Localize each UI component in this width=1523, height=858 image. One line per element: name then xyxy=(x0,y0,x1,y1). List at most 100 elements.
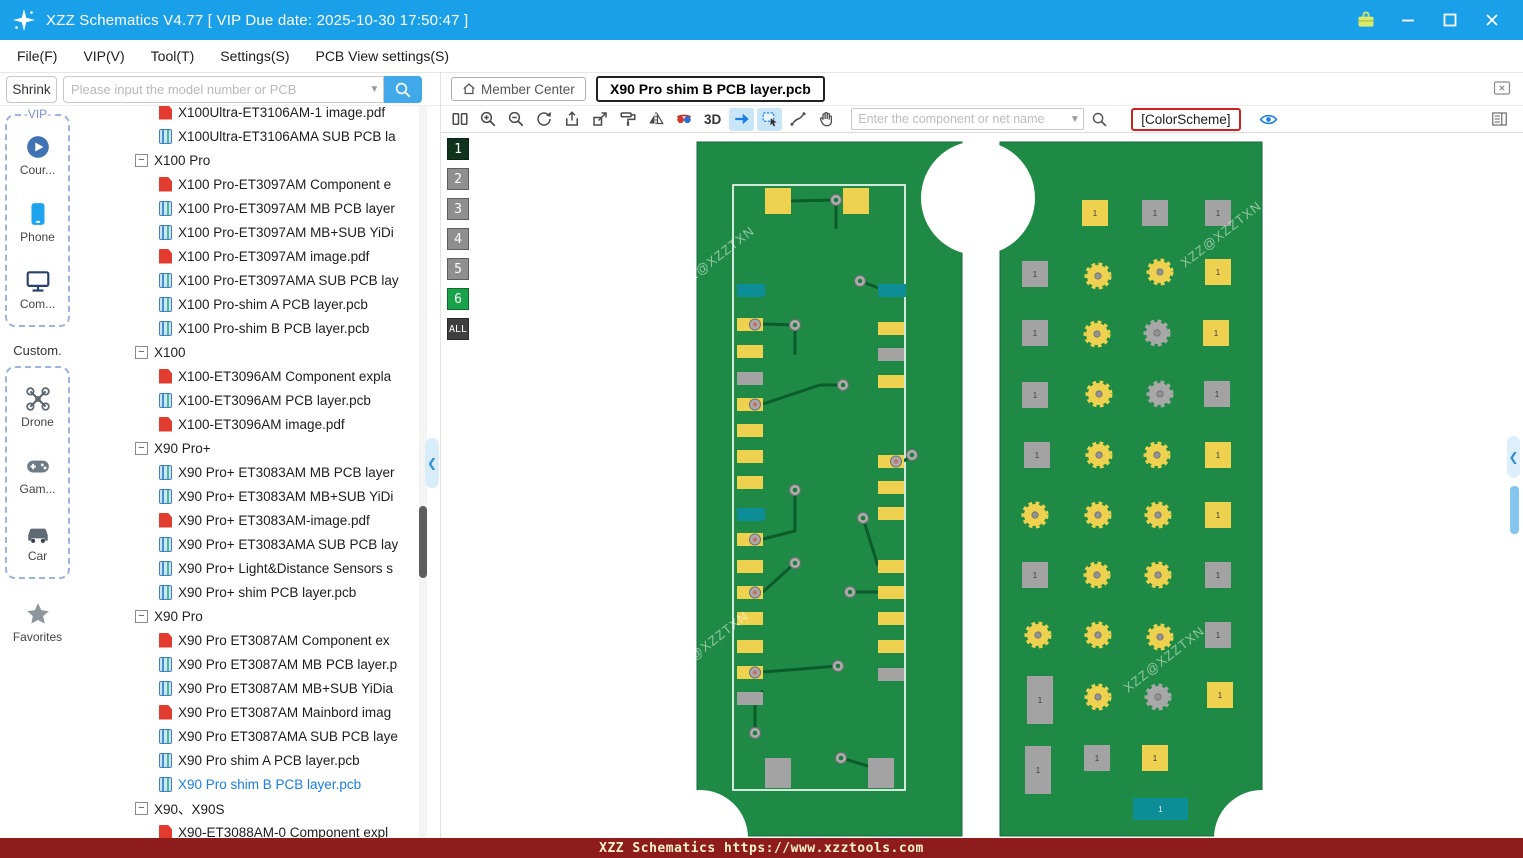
tree-item[interactable]: X100 Pro-ET3097AMA SUB PCB lay xyxy=(75,268,419,292)
sidebar-item-cour[interactable]: Cour... xyxy=(7,134,68,177)
pcb-pad[interactable] xyxy=(765,188,791,214)
tree-item[interactable]: X90 Pro+ ET3083AM MB+SUB YiDi xyxy=(75,484,419,508)
tree-item[interactable]: X90 Pro+ Light&Distance Sensors s xyxy=(75,556,419,580)
layer-button-4[interactable]: 4 xyxy=(447,228,469,250)
tree-group[interactable]: − X100 Pro xyxy=(75,148,419,172)
tree-item[interactable]: X90 Pro+ shim PCB layer.pcb xyxy=(75,580,419,604)
rotate-icon[interactable] xyxy=(531,108,556,131)
pcb-pad[interactable] xyxy=(737,424,763,437)
zoom-out-icon[interactable] xyxy=(503,108,528,131)
pcb-pad[interactable] xyxy=(843,188,869,214)
pcb-canvas[interactable]: 1 1 1 1 1 1 1 1 1 1 1 1 1 1 1 1 1 1 1 1 1 XZZ@XZZTXN XZZ@XZZTX… xyxy=(441,133,1523,838)
area-select-icon[interactable] xyxy=(757,107,783,131)
search-button[interactable] xyxy=(384,76,422,103)
pcb-pad[interactable] xyxy=(878,322,904,335)
pcb-pad[interactable] xyxy=(878,668,904,681)
pcb-pad[interactable] xyxy=(737,284,765,297)
flip-horizontal-icon[interactable] xyxy=(643,108,668,131)
pcb-pad[interactable] xyxy=(737,692,763,705)
menu-vip[interactable]: VIP(V) xyxy=(70,48,137,64)
tree-group[interactable]: − X90 Pro xyxy=(75,604,419,628)
tree-item[interactable]: X100 Pro-shim A PCB layer.pcb xyxy=(75,292,419,316)
tree-item[interactable]: X100-ET3096AM image.pdf xyxy=(75,412,419,436)
sidebar-item-drone[interactable]: Drone xyxy=(7,386,68,429)
sidebar-item-com[interactable]: Com... xyxy=(7,268,68,311)
pcb-pad[interactable] xyxy=(737,345,763,358)
pcb-pad[interactable] xyxy=(878,481,904,494)
right-scrollbar[interactable] xyxy=(1510,486,1519,534)
pcb-pad[interactable] xyxy=(878,586,904,599)
pcb-pad[interactable] xyxy=(737,450,763,463)
zoom-in-icon[interactable] xyxy=(475,108,500,131)
tree-item[interactable]: X90 Pro ET3087AM MB PCB layer.p xyxy=(75,652,419,676)
sidebar-item-car[interactable]: Car xyxy=(7,520,68,563)
pcb-drawing[interactable]: 1 1 11 11 11 11 111 111111 11XZZ@XZZTXNXZZ@XZZTX… xyxy=(441,133,1523,838)
tree-item[interactable]: X90 Pro shim A PCB layer.pcb xyxy=(75,748,419,772)
menu-file[interactable]: File(F) xyxy=(4,48,70,64)
colorscheme-button[interactable]: [ColorScheme] xyxy=(1131,107,1241,131)
collapse-tree-handle[interactable]: ❮ xyxy=(425,438,439,488)
3d-view-button[interactable]: 3D xyxy=(699,112,726,127)
close-button[interactable] xyxy=(1479,7,1505,33)
layer-button-6[interactable]: 6 xyxy=(447,288,469,310)
sidebar-item-gam[interactable]: Gam... xyxy=(7,453,68,496)
tree-item[interactable]: X100 Pro-ET3097AM MB+SUB YiDi xyxy=(75,220,419,244)
jump-arrow-icon[interactable] xyxy=(729,107,755,131)
chevron-down-icon[interactable]: ▼ xyxy=(366,84,383,95)
pcb-pad[interactable] xyxy=(878,284,906,297)
pcb-pad[interactable] xyxy=(737,640,763,653)
chevron-down-icon[interactable]: ▼ xyxy=(1066,114,1083,125)
layer-button-3[interactable]: 3 xyxy=(447,198,469,220)
model-search-input[interactable] xyxy=(64,82,366,97)
collapse-minus-icon[interactable]: − xyxy=(135,153,148,167)
tree-scrollbar-thumb[interactable] xyxy=(419,506,427,578)
menu-pcb-view-settings[interactable]: PCB View settings(S) xyxy=(302,48,462,64)
visibility-eye-icon[interactable] xyxy=(1256,108,1281,131)
measure-curve-icon[interactable] xyxy=(785,108,810,131)
tree-item[interactable]: X100-ET3096AM Component expla xyxy=(75,364,419,388)
tree-item[interactable]: X90 Pro ET3087AM MB+SUB YiDia xyxy=(75,676,419,700)
collapse-minus-icon[interactable]: − xyxy=(135,345,148,359)
tree-item[interactable]: X100 Pro-ET3097AM image.pdf xyxy=(75,244,419,268)
pan-hand-icon[interactable] xyxy=(813,108,838,131)
tree-item[interactable]: X100Ultra-ET3106AM-1 image.pdf xyxy=(75,106,419,124)
tree-group[interactable]: − X90、X90S xyxy=(75,796,419,820)
pcb-pad[interactable] xyxy=(737,372,763,385)
pcb-pad[interactable] xyxy=(765,758,791,788)
tree-item[interactable]: X90 Pro+ ET3083AM-image.pdf xyxy=(75,508,419,532)
tree-item[interactable]: X90 Pro ET3087AMA SUB PCB laye xyxy=(75,724,419,748)
component-search-input[interactable] xyxy=(852,112,1067,126)
pcb-board-right[interactable] xyxy=(999,141,1263,837)
tree-item[interactable]: X90 Pro ET3087AM Component ex xyxy=(75,628,419,652)
collapse-right-handle[interactable]: ❮ xyxy=(1507,436,1520,478)
pcb-pad[interactable] xyxy=(878,640,904,653)
component-search-icon[interactable] xyxy=(1087,108,1112,131)
tree-item[interactable]: X90 Pro ET3087AM Mainbord imag xyxy=(75,700,419,724)
layer-button-2[interactable]: 2 xyxy=(447,168,469,190)
pcb-pad[interactable] xyxy=(878,560,904,573)
menu-tool[interactable]: Tool(T) xyxy=(138,48,208,64)
member-center-button[interactable]: Member Center xyxy=(451,77,586,101)
tree-group[interactable]: − X90 Pro+ xyxy=(75,436,419,460)
tree-item[interactable]: X90 Pro+ ET3083AM MB PCB layer xyxy=(75,460,419,484)
layer-button-5[interactable]: 5 xyxy=(447,258,469,280)
tree-item[interactable]: X90-ET3088AM-0 Component expl xyxy=(75,820,419,838)
minimize-button[interactable] xyxy=(1395,7,1421,33)
tree-item[interactable]: X100Ultra-ET3106AMA SUB PCB la xyxy=(75,124,419,148)
layer-button-all[interactable]: ALL xyxy=(447,318,469,340)
export-diagonal-icon[interactable] xyxy=(587,108,612,131)
tree-item[interactable]: X100 Pro-ET3097AM Component e xyxy=(75,172,419,196)
pcb-pad[interactable] xyxy=(878,507,904,520)
pcb-pad[interactable] xyxy=(878,612,904,625)
pcb-pad[interactable] xyxy=(878,348,904,361)
hide-panel-icon[interactable] xyxy=(1493,80,1511,96)
collapse-minus-icon[interactable]: − xyxy=(135,801,148,815)
export-up-icon[interactable] xyxy=(559,108,584,131)
tab-pcb-file[interactable]: X90 Pro shim B PCB layer.pcb xyxy=(596,76,825,102)
pcb-pad[interactable] xyxy=(737,560,763,573)
sidebar-item-favorites[interactable]: Favorites xyxy=(0,601,75,644)
paint-roller-icon[interactable] xyxy=(615,108,640,131)
split-view-icon[interactable] xyxy=(447,108,472,131)
collapse-minus-icon[interactable]: − xyxy=(135,609,148,623)
tree-item[interactable]: X90 Pro shim B PCB layer.pcb xyxy=(75,772,419,796)
